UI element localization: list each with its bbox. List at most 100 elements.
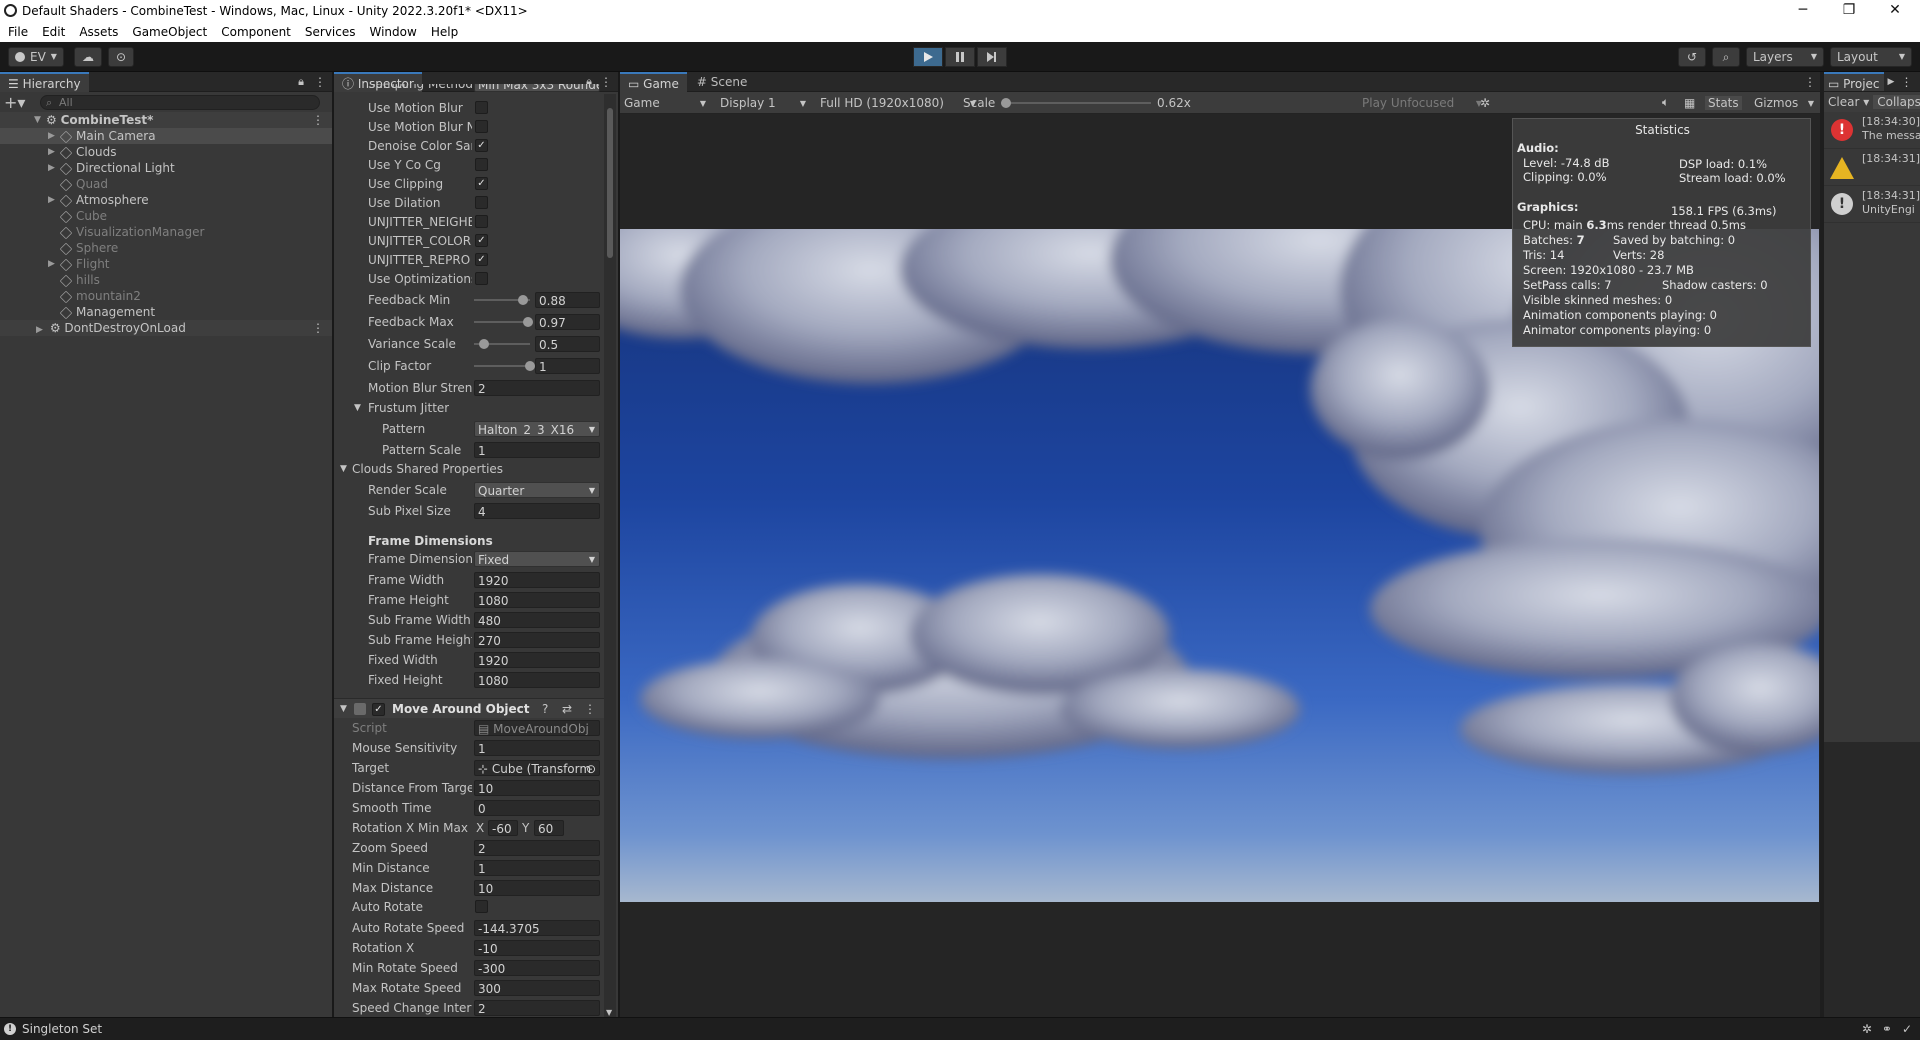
feedback-min-field[interactable]: 0.88 bbox=[535, 292, 600, 308]
menu-edit[interactable]: Edit bbox=[42, 22, 65, 42]
expand-arrow-icon[interactable]: ▶ bbox=[48, 192, 58, 208]
component-header[interactable]: ▼ ✓ Move Around Object (Sc ? ⇄ ⋮ bbox=[334, 698, 604, 718]
expand-arrow-icon[interactable]: ▶ bbox=[48, 256, 58, 272]
unjitter-repro-checkbox[interactable]: ✓ bbox=[475, 253, 488, 266]
layout-grid-icon[interactable]: ▦ bbox=[1684, 96, 1695, 110]
object-picker-icon[interactable]: ⊙ bbox=[586, 761, 596, 775]
frame-height-field[interactable]: 1080 bbox=[474, 592, 600, 608]
minimize-button[interactable]: ─ bbox=[1780, 0, 1826, 22]
min-rot-speed-field[interactable]: -300 bbox=[474, 960, 600, 976]
tab-scene[interactable]: # Scene bbox=[687, 75, 757, 89]
status-message[interactable]: Singleton Set bbox=[22, 1022, 102, 1036]
rotation-x-field[interactable]: -10 bbox=[474, 940, 600, 956]
sub-frame-height-field[interactable]: 270 bbox=[474, 632, 600, 648]
menu-window[interactable]: Window bbox=[370, 22, 417, 42]
frame-width-field[interactable]: 1920 bbox=[474, 572, 600, 588]
menu-gameobject[interactable]: GameObject bbox=[132, 22, 207, 42]
variance-scale-field[interactable]: 0.5 bbox=[535, 336, 600, 352]
help-icon[interactable]: ? bbox=[542, 699, 548, 719]
tab-project[interactable]: ▭ Projec bbox=[1824, 72, 1884, 91]
console-entry[interactable]: [18:34:31] bbox=[1824, 149, 1920, 186]
expand-arrow-icon[interactable]: ▼ bbox=[34, 112, 44, 128]
hierarchy-item[interactable]: hills bbox=[0, 272, 332, 288]
hierarchy-item[interactable]: ▶ Directional Light bbox=[0, 160, 332, 176]
unjitter-color-checkbox[interactable]: ✓ bbox=[475, 234, 488, 247]
debug-icon[interactable]: ✲ bbox=[1862, 1022, 1872, 1036]
step-button[interactable] bbox=[977, 47, 1007, 67]
slider-knob[interactable] bbox=[523, 317, 534, 327]
target-field[interactable]: ⊹ Cube (Transform ⊙ bbox=[474, 760, 600, 776]
checkmark-icon[interactable]: ✓ bbox=[1902, 1022, 1912, 1036]
clipping-checkbox[interactable]: ✓ bbox=[475, 177, 488, 190]
console-entry[interactable]: ! [18:34:30] The messa bbox=[1824, 112, 1920, 149]
ycocg-checkbox[interactable] bbox=[475, 158, 488, 171]
hierarchy-item[interactable]: ▶ Flight bbox=[0, 256, 332, 272]
cloud-button[interactable]: ☁ bbox=[74, 47, 102, 67]
display-dropdown[interactable]: Display 1 ▼ bbox=[720, 96, 810, 110]
mb-strength-field[interactable]: 2 bbox=[474, 380, 600, 396]
layers-dropdown[interactable]: Layers ▼ bbox=[1746, 47, 1824, 67]
hierarchy-item[interactable]: Cube bbox=[0, 208, 332, 224]
inspector-scrollbar[interactable]: ▼ bbox=[604, 94, 616, 1017]
menu-help[interactable]: Help bbox=[431, 22, 458, 42]
add-icon[interactable]: +▾ bbox=[4, 93, 26, 112]
network-icon[interactable]: ⚭ bbox=[1882, 1022, 1892, 1036]
search-button[interactable]: ⌕ bbox=[1712, 47, 1740, 67]
more-options-icon[interactable]: ⋮ bbox=[312, 320, 324, 336]
hierarchy-item[interactable]: Quad bbox=[0, 176, 332, 192]
distance-field[interactable]: 10 bbox=[474, 780, 600, 796]
tab-hierarchy[interactable]: ☰ Hierarchy bbox=[0, 71, 89, 92]
tab-game[interactable]: ▭ Game bbox=[620, 71, 687, 92]
zoom-speed-field[interactable]: 2 bbox=[474, 840, 600, 856]
expand-arrow-icon[interactable]: ▶ bbox=[48, 160, 58, 176]
hierarchy-search-input[interactable]: ⌕ All bbox=[40, 94, 320, 110]
menu-assets[interactable]: Assets bbox=[79, 22, 118, 42]
hierarchy-item[interactable]: ▶ Main Camera bbox=[0, 128, 332, 144]
stats-toggle-button[interactable]: Stats bbox=[1705, 95, 1742, 110]
more-options-icon[interactable]: ⋮ bbox=[314, 75, 326, 89]
clip-factor-field[interactable]: 1 bbox=[535, 358, 600, 374]
menu-file[interactable]: File bbox=[8, 22, 28, 42]
render-scale-dropdown[interactable]: Quarter ▼ bbox=[474, 482, 600, 498]
sub-frame-width-field[interactable]: 480 bbox=[474, 612, 600, 628]
hierarchy-item[interactable]: Sphere bbox=[0, 240, 332, 256]
collab-button[interactable]: ⊙ bbox=[108, 47, 134, 67]
sampling-dropdown[interactable]: Min Max 3x3 Rounded bbox=[474, 84, 600, 92]
more-options-icon[interactable]: ⋮ bbox=[584, 699, 596, 719]
close-button[interactable]: ✕ bbox=[1872, 0, 1918, 22]
bug-icon[interactable]: ✲ bbox=[1480, 96, 1490, 110]
foldout-arrow-icon[interactable]: ▼ bbox=[340, 699, 347, 719]
dilation-checkbox[interactable] bbox=[475, 196, 488, 209]
mouse-sens-field[interactable]: 1 bbox=[474, 740, 600, 756]
play-focus-dropdown[interactable]: Play Unfocused ▼ bbox=[1362, 96, 1486, 110]
unjitter-neighbor-checkbox[interactable] bbox=[475, 215, 488, 228]
audio-mute-icon[interactable]: 🔈︎ bbox=[1662, 95, 1669, 110]
frustum-jitter-row[interactable]: ▼ Frustum Jitter bbox=[334, 400, 604, 416]
menu-services[interactable]: Services bbox=[305, 22, 356, 42]
game-mode-dropdown[interactable]: Game ▼ bbox=[624, 96, 710, 110]
gizmos-dropdown[interactable]: Gizmos ▼ bbox=[1754, 96, 1816, 110]
expand-arrow-icon[interactable]: ▶ bbox=[36, 322, 46, 338]
maximize-button[interactable]: ❐ bbox=[1826, 0, 1872, 22]
lock-icon[interactable]: 🔒︎ bbox=[298, 75, 304, 89]
dontdestroy-row[interactable]: ▶ ⚙ DontDestroyOnLoad ⋮ bbox=[0, 320, 332, 336]
play-button[interactable] bbox=[913, 47, 943, 67]
foldout-arrow-icon[interactable]: ▼ bbox=[354, 400, 361, 416]
history-button[interactable]: ↺ bbox=[1678, 47, 1706, 67]
sub-pixel-field[interactable]: 4 bbox=[474, 503, 600, 519]
more-options-icon[interactable]: ⋮ bbox=[1804, 75, 1816, 89]
feedback-max-field[interactable]: 0.97 bbox=[535, 314, 600, 330]
denoise-checkbox[interactable]: ✓ bbox=[475, 139, 488, 152]
slider-knob[interactable] bbox=[478, 339, 489, 349]
min-distance-field[interactable]: 1 bbox=[474, 860, 600, 876]
presets-icon[interactable]: ⇄ bbox=[562, 699, 572, 719]
smooth-time-field[interactable]: 0 bbox=[474, 800, 600, 816]
pause-button[interactable] bbox=[945, 47, 975, 67]
console-clear-button[interactable]: Clear ▾ bbox=[1824, 95, 1873, 109]
slider-knob[interactable] bbox=[1001, 98, 1011, 108]
clouds-shared-row[interactable]: ▼ Clouds Shared Properties bbox=[334, 461, 604, 477]
scene-row[interactable]: ▼ ⚙ CombineTest* ⋮ bbox=[0, 112, 332, 128]
feedback-max-slider[interactable] bbox=[474, 314, 534, 330]
more-options-icon[interactable]: ⋮ bbox=[312, 112, 324, 128]
tab-overflow-icon[interactable]: ▶ bbox=[1888, 77, 1895, 87]
